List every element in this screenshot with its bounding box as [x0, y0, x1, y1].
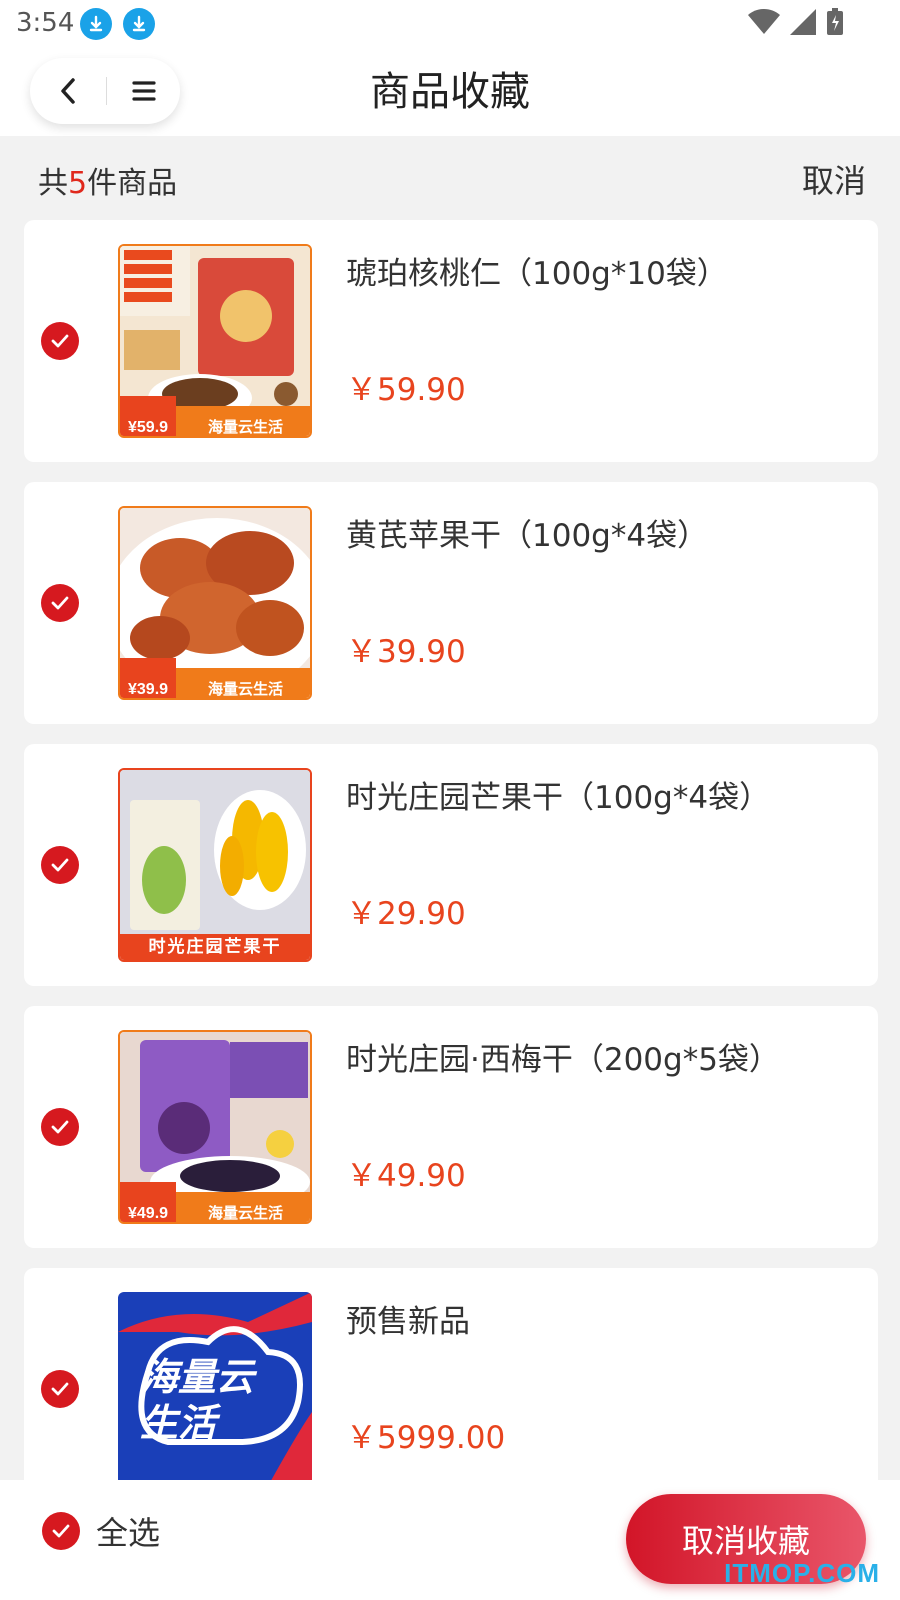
download-icon — [80, 8, 112, 40]
checkmark-icon — [51, 334, 69, 348]
svg-text:¥59.9: ¥59.9 — [128, 419, 168, 436]
status-time: 3:54 — [16, 8, 75, 38]
item-price: ￥5999.00 — [346, 1420, 506, 1456]
favorite-item-card[interactable]: ¥39.9 海量云生活 黄芪苹果干（100g*4袋） ￥39.90 — [24, 482, 878, 724]
summary-count: 5 — [68, 166, 88, 201]
item-name: 时光庄园芒果干（100g*4袋） — [346, 780, 771, 816]
item-checkbox[interactable] — [41, 1108, 79, 1146]
checkmark-icon — [51, 1120, 69, 1134]
item-checkbox[interactable] — [41, 322, 79, 360]
item-count-summary: 共5件商品 — [38, 158, 177, 202]
menu-button[interactable] — [107, 58, 180, 124]
header: 商品收藏 — [0, 48, 900, 136]
apple-chips-product-image[interactable]: ¥39.9 海量云生活 — [118, 506, 312, 700]
svg-text:海量云生活: 海量云生活 — [208, 418, 283, 436]
signal-icon — [790, 9, 816, 35]
item-checkbox[interactable] — [41, 1370, 79, 1408]
cancel-edit-button[interactable]: 取消 — [802, 156, 866, 202]
download-icon — [123, 8, 155, 40]
svg-text:海量云生活: 海量云生活 — [208, 680, 283, 698]
checkmark-icon — [51, 596, 69, 610]
item-checkbox[interactable] — [41, 584, 79, 622]
chevron-left-icon — [61, 78, 75, 104]
favorite-item-card[interactable]: 时光庄园芒果干 时光庄园芒果干（100g*4袋） ￥29.90 — [24, 744, 878, 986]
item-name: 时光庄园·西梅干（200g*5袋） — [346, 1042, 780, 1078]
favorite-item-card[interactable]: 海量云生活 预售新品 ￥5999.00 — [24, 1268, 878, 1510]
summary-suffix: 件商品 — [87, 166, 178, 201]
product-image-caption: 时光庄园芒果干 — [120, 934, 310, 960]
item-name: 预售新品 — [346, 1304, 470, 1340]
select-all-toggle[interactable]: 全选 — [42, 1508, 160, 1554]
select-all-checkbox[interactable] — [42, 1512, 80, 1550]
prune-product-image[interactable]: ¥49.9 海量云生活 — [118, 1030, 312, 1224]
back-button[interactable] — [30, 58, 106, 124]
brand-logo-text: 海量云生活 — [140, 1355, 255, 1445]
item-checkbox[interactable] — [41, 846, 79, 884]
svg-text:¥39.9: ¥39.9 — [128, 681, 168, 698]
item-price: ￥29.90 — [346, 896, 466, 932]
status-bar: 3:54 — [0, 0, 900, 48]
menu-icon — [131, 81, 156, 101]
item-name: 琥珀核桃仁（100g*10袋） — [346, 256, 728, 292]
nav-capsule — [30, 58, 180, 124]
svg-text:¥49.9: ¥49.9 — [128, 1205, 168, 1222]
watermark: ITMOP.COM — [724, 1558, 880, 1588]
wifi-icon — [748, 9, 780, 34]
favorite-item-card[interactable]: ¥59.9 海量云生活 琥珀核桃仁（100g*10袋） ￥59.90 — [24, 220, 878, 462]
favorite-item-card[interactable]: ¥49.9 海量云生活 时光庄园·西梅干（200g*5袋） ￥49.90 — [24, 1006, 878, 1248]
summary-prefix: 共 — [38, 166, 68, 201]
walnut-product-image[interactable]: ¥59.9 海量云生活 — [118, 244, 312, 438]
select-all-label: 全选 — [96, 1514, 161, 1552]
svg-text:海量云生活: 海量云生活 — [208, 1204, 283, 1222]
mango-product-image[interactable]: 时光庄园芒果干 — [118, 768, 312, 962]
checkmark-icon — [51, 858, 69, 872]
checkmark-icon — [52, 1524, 70, 1538]
item-price: ￥59.90 — [346, 372, 466, 408]
item-price: ￥39.90 — [346, 634, 466, 670]
summary-row: 共5件商品 取消 — [0, 136, 900, 216]
item-name: 黄芪苹果干（100g*4袋） — [346, 518, 709, 554]
brand-logo-image[interactable]: 海量云生活 — [118, 1292, 312, 1486]
battery-icon — [827, 8, 843, 35]
checkmark-icon — [51, 1382, 69, 1396]
item-price: ￥49.90 — [346, 1158, 466, 1194]
